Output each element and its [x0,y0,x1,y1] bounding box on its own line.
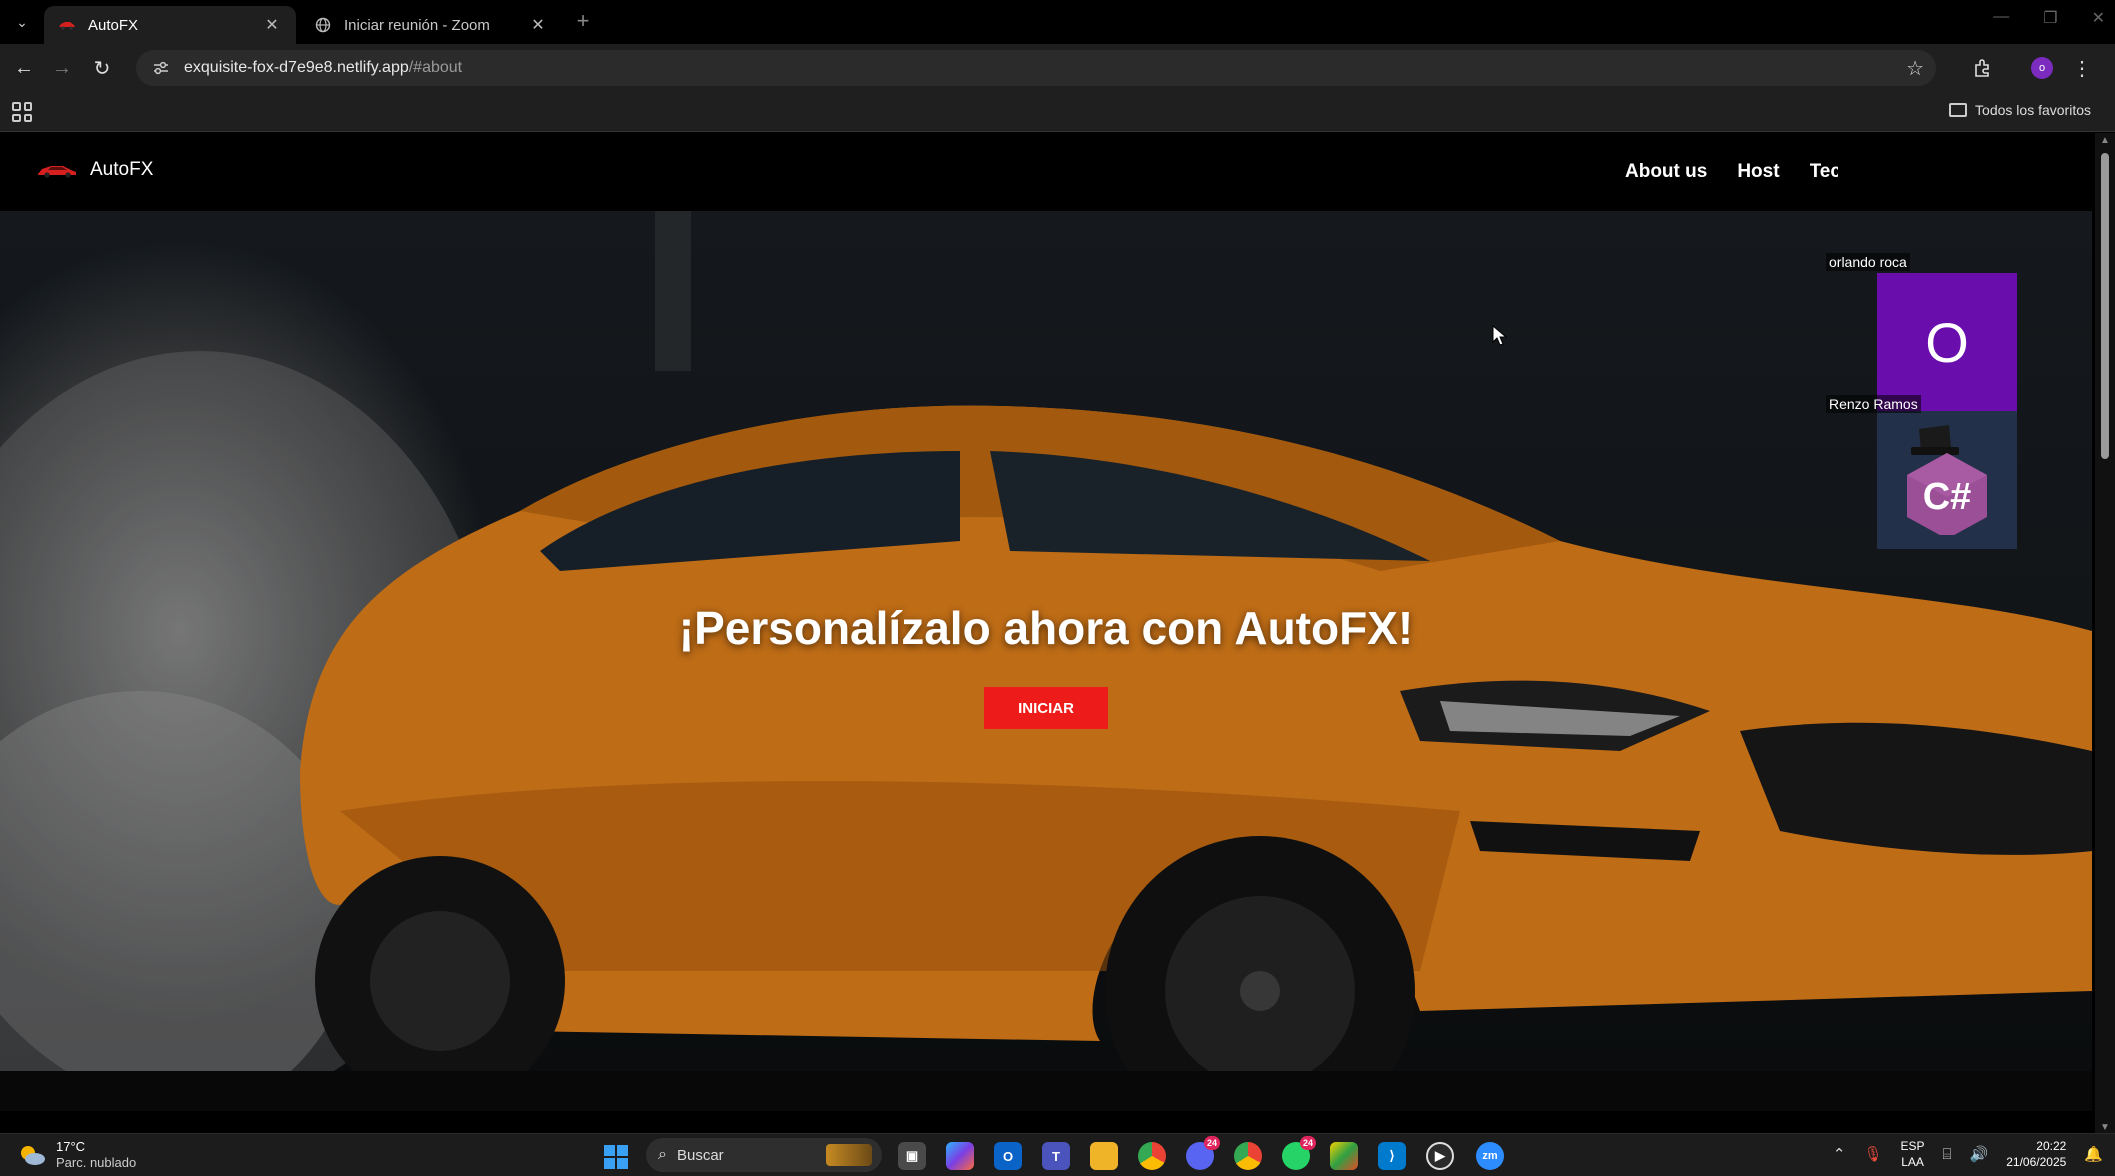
globe-icon [314,16,332,34]
task-view-icon[interactable]: ▣ [898,1142,926,1170]
clock[interactable]: 20:22 21/06/2025 [2006,1138,2066,1170]
lang-primary: ESP [1900,1139,1925,1153]
svg-text:C#: C# [1923,476,1972,518]
whatsapp-badge: 24 [1300,1136,1316,1150]
network-icon[interactable]: ⌸ [1943,1146,1952,1163]
file-explorer-icon[interactable] [1090,1142,1118,1170]
scroll-down-icon[interactable]: ▼ [2100,1122,2110,1133]
search-icon: ⌕ [658,1146,667,1163]
participant-name-orlando: orlando roca [1826,253,1910,271]
start-button[interactable]: INICIAR [984,687,1108,729]
media-player-icon[interactable]: ▶ [1426,1142,1454,1170]
car-logo-icon [36,162,78,178]
weather-temp: 17°C [56,1139,86,1154]
nav-host[interactable]: Host [1737,161,1779,183]
bookmarks-bar: Todos los favoritos [0,92,2115,132]
nav-tec[interactable]: Tec [1810,161,1838,183]
vscode-icon[interactable]: ⟩ [1378,1142,1406,1170]
chevron-up-icon[interactable]: ⌃ [1833,1145,1846,1163]
profile-initial: o [2031,57,2053,79]
back-arrow-icon[interactable]: ← [12,56,36,80]
notifications-icon[interactable]: 🔔 [2084,1145,2103,1163]
system-tray: ⌃ 🎙 ESP LAA ⌸ 🔊 20:22 21/06/2025 🔔 [1833,1138,2103,1170]
nav-about-us[interactable]: About us [1625,161,1707,183]
tab-search-button[interactable]: ⌄ [8,10,36,34]
participant-name-renzo: Renzo Ramos [1826,395,1921,413]
discord-badge: 24 [1204,1136,1220,1150]
forward-arrow-icon[interactable]: → [50,56,74,80]
main-nav: About us Host Tec [1625,161,1838,183]
brand-logo[interactable]: AutoFX [36,159,153,181]
profile-avatar[interactable]: o [2030,56,2054,80]
reload-icon[interactable]: ↻ [90,56,114,80]
extensions-icon[interactable] [1970,56,1994,80]
url-path: /#about [408,59,463,76]
teams-icon[interactable]: T [1042,1142,1070,1170]
weather-desc: Parc. nublado [56,1155,137,1170]
tab-zoom[interactable]: Iniciar reunión - Zoom ✕ [300,6,562,44]
maximize-icon[interactable]: ❐ [2043,8,2057,28]
lang-secondary: LAA [1901,1155,1924,1169]
all-bookmarks-label: Todos los favoritos [1975,102,2091,118]
address-bar[interactable]: exquisite-fox-d7e9e8.netlify.app /#about… [136,50,1936,86]
chrome-icon[interactable] [1138,1142,1166,1170]
participant-tile-renzo[interactable]: C# [1877,411,2017,549]
app-launcher-icon[interactable] [1330,1142,1358,1170]
discord-icon[interactable]: 24 [1186,1136,1220,1170]
autofx-favicon-icon [58,16,76,34]
window-controls: — ❐ ✕ [1993,8,2105,28]
clock-date: 21/06/2025 [2006,1155,2067,1169]
weather-widget[interactable]: 17°C Parc. nublado [18,1139,136,1171]
volume-icon[interactable]: 🔊 [1970,1145,1989,1163]
close-tab-icon[interactable]: ✕ [528,15,548,35]
new-tab-button[interactable]: + [570,8,596,34]
folder-icon [1949,103,1968,117]
search-highlight-image [826,1144,872,1166]
outlook-icon[interactable]: O [994,1142,1022,1170]
tab-autofx[interactable]: AutoFX ✕ [44,6,296,44]
close-tab-icon[interactable]: ✕ [262,15,282,35]
microphone-icon[interactable]: 🎙 [1863,1145,1882,1163]
close-window-icon[interactable]: ✕ [2092,8,2105,28]
hero-title: ¡Personalízalo ahora con AutoFX! [678,602,1414,654]
zoom-icon[interactable]: zm [1476,1142,1504,1170]
copilot-icon[interactable] [946,1142,974,1170]
brand-name: AutoFX [90,159,154,180]
site-navbar: AutoFX About us Host Tec [0,133,2100,211]
taskbar-search[interactable]: ⌕ Buscar [646,1138,882,1172]
browser-tab-bar: ⌄ AutoFX ✕ Iniciar reunión - Zoom ✕ + — … [0,0,2115,44]
search-placeholder: Buscar [676,1146,724,1164]
windows-taskbar: 17°C Parc. nublado ⌕ Buscar ▣ O T 24 24 … [0,1133,2115,1176]
url-host: exquisite-fox-d7e9e8.netlify.app [184,59,409,76]
page-viewport: AutoFX About us Host Tec ¡Personalízalo … [0,133,2115,1133]
site-settings-icon[interactable] [150,57,172,79]
start-button[interactable] [604,1145,628,1169]
hero-content: ¡Personalízalo ahora con AutoFX! INICIAR [0,211,2092,1111]
csharp-logo-icon: C# [1907,425,1987,535]
tab-title: AutoFX [88,16,139,34]
minimize-icon[interactable]: — [1993,8,2009,28]
language-indicator[interactable]: ESP LAA [1901,1138,1925,1170]
participant-initial: O [1925,310,1969,374]
scroll-thumb[interactable] [2101,153,2109,459]
participant-tile-orlando[interactable]: O [1877,273,2017,411]
whatsapp-icon[interactable]: 24 [1282,1136,1316,1170]
browser-menu-icon[interactable]: ⋮ [2070,56,2094,80]
tab-title: Iniciar reunión - Zoom [344,16,490,34]
page-scrollbar[interactable]: ▲ ▼ [2095,133,2115,1133]
apps-grid-icon[interactable] [12,102,32,122]
scroll-up-icon[interactable]: ▲ [2100,135,2110,146]
browser-toolbar: ← → ↻ exquisite-fox-d7e9e8.netlify.app /… [0,44,2115,92]
hero-section: ¡Personalízalo ahora con AutoFX! INICIAR [0,211,2092,1111]
chrome-profile-icon[interactable] [1234,1142,1262,1170]
bookmark-star-icon[interactable]: ☆ [1906,56,1924,81]
clock-time: 20:22 [2036,1139,2067,1153]
all-bookmarks-button[interactable]: Todos los favoritos [1949,102,2091,118]
mouse-cursor-icon [1492,325,1508,346]
partly-cloudy-icon [18,1143,46,1167]
